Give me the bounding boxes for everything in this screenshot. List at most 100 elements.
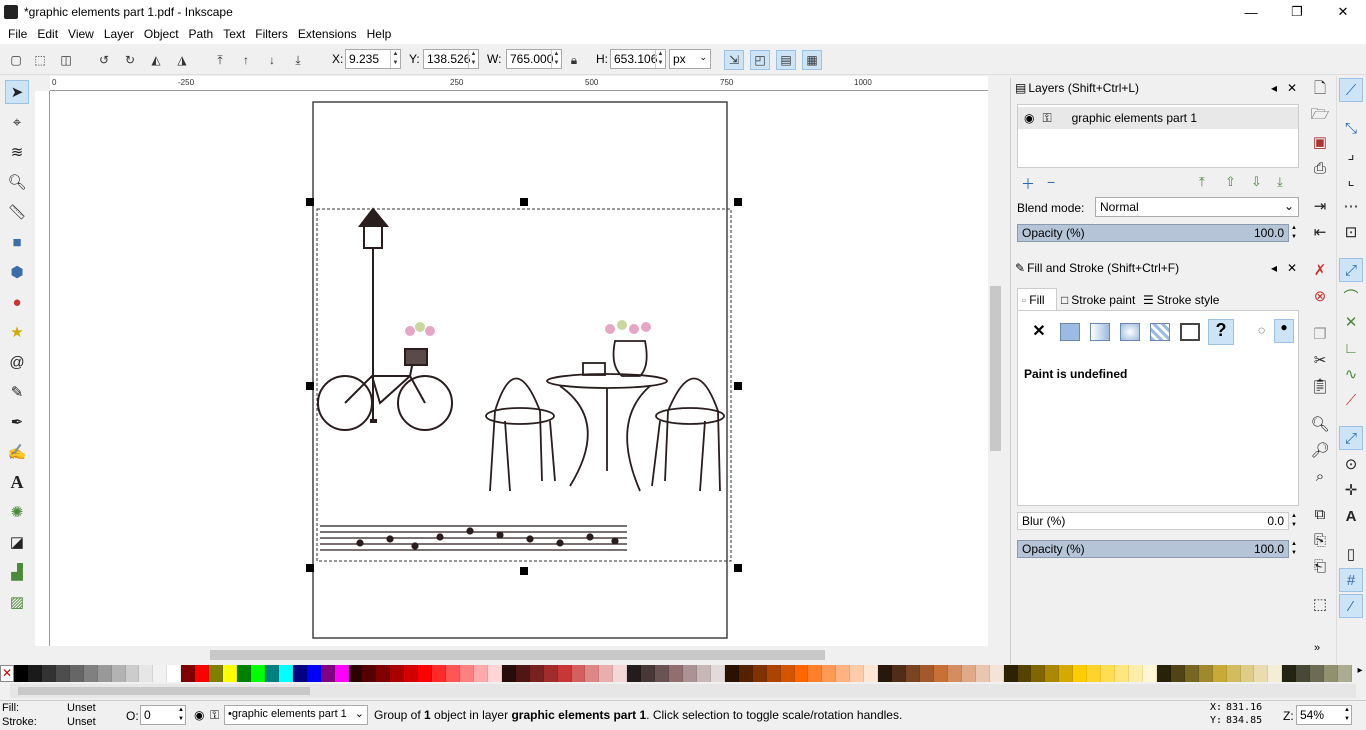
vertical-scrollbar[interactable] <box>988 76 1003 646</box>
palette-swatch[interactable] <box>264 665 279 682</box>
new-document-icon[interactable]: 🗋︎ <box>1308 78 1332 102</box>
unlink-clone-icon[interactable]: ⎗ <box>1308 554 1332 578</box>
palette-swatch[interactable] <box>1101 665 1116 682</box>
measure-tool-icon[interactable]: 📏︎ <box>5 200 29 224</box>
flip-horizontal-icon[interactable]: ◭ <box>146 50 166 70</box>
palette-swatch[interactable] <box>1115 665 1129 682</box>
zoom-page-icon[interactable]: ⌕ <box>1308 464 1332 488</box>
panel-iconify-icon[interactable]: ◂ <box>1271 261 1277 275</box>
palette-swatch[interactable] <box>669 665 683 682</box>
lower-icon[interactable]: ↓ <box>262 50 282 70</box>
palette-swatch[interactable] <box>766 665 781 682</box>
zoom-selection-icon[interactable]: 🔍︎ <box>1308 412 1332 436</box>
paint-bucket-tool-icon[interactable]: ▟ <box>5 560 29 584</box>
no-paint-icon[interactable]: ✕ <box>1028 321 1050 343</box>
eraser-tool-icon[interactable]: ◪ <box>5 530 29 554</box>
duplicate-icon[interactable]: ⧉ <box>1308 502 1332 526</box>
pattern-icon[interactable] <box>1150 323 1170 341</box>
snap-nodes-icon[interactable]: ⤢ <box>1339 258 1363 282</box>
no-color-swatch-icon[interactable]: ✕ <box>0 665 14 682</box>
scale-corners-icon[interactable]: ◰ <box>750 50 770 70</box>
palette-menu-icon[interactable]: ▸ <box>1354 665 1366 682</box>
move-gradients-icon[interactable]: ▤ <box>776 50 796 70</box>
lock-ratio-icon[interactable]: 🔒︎ <box>566 50 582 70</box>
menu-view[interactable]: View <box>63 27 99 41</box>
palette-swatch[interactable] <box>571 665 586 682</box>
save-icon[interactable]: ▣ <box>1308 130 1332 154</box>
palette-swatch[interactable] <box>320 665 335 682</box>
h-input[interactable]: 653.106 ▲ ▼ <box>610 49 666 69</box>
palette-swatch[interactable] <box>1031 665 1046 682</box>
fill-rule-evenodd-icon[interactable]: ◌ <box>1258 323 1265 337</box>
print-icon[interactable]: ⎙ <box>1308 156 1332 180</box>
palette-swatch[interactable] <box>864 665 879 682</box>
minimize-button[interactable]: — <box>1228 0 1274 24</box>
layer-lower-icon[interactable]: ⇩ <box>1251 174 1262 190</box>
palette-swatch[interactable] <box>1338 665 1352 682</box>
menu-path[interactable]: Path <box>184 27 219 41</box>
raise-to-top-icon[interactable]: ⤒ <box>210 50 230 70</box>
object-opacity-spinner-icon[interactable]: ▲ ▼ <box>1289 540 1299 558</box>
palette-swatch[interactable] <box>1017 665 1032 682</box>
panel-close-icon[interactable]: ✕ <box>1287 81 1297 95</box>
x-spinner-icon[interactable]: ▲ ▼ <box>390 50 400 68</box>
gradient-tool-icon[interactable]: ▨ <box>5 590 29 614</box>
palette-swatch[interactable] <box>376 665 391 682</box>
palette-swatch[interactable] <box>1170 665 1185 682</box>
palette-swatch[interactable] <box>1254 665 1269 682</box>
palette-swatch[interactable] <box>1324 665 1339 682</box>
palette-swatch[interactable] <box>1045 665 1060 682</box>
snap-bbox-midpoint-icon[interactable]: ⋯ <box>1339 194 1363 218</box>
snap-others-icon[interactable]: ⤢ <box>1339 426 1363 450</box>
palette-swatch[interactable] <box>334 665 349 682</box>
palette-swatch[interactable] <box>822 665 837 682</box>
palette-swatch[interactable] <box>195 665 210 682</box>
snap-midpoint-icon[interactable]: ⟋ <box>1339 388 1363 412</box>
maximize-button[interactable]: ❐ <box>1274 0 1320 24</box>
palette-scrollbar[interactable] <box>10 684 1356 698</box>
horizontal-scrollbar[interactable] <box>50 646 988 664</box>
redo-icon[interactable]: ⊗ <box>1308 284 1332 308</box>
fill-rule-nonzero-icon[interactable]: ● <box>1274 319 1294 343</box>
text-tool-icon[interactable]: A <box>5 470 29 494</box>
snap-bbox-corner-icon[interactable]: ⌞ <box>1339 168 1363 192</box>
palette-swatch[interactable] <box>1059 665 1074 682</box>
palette-swatch[interactable] <box>1212 665 1227 682</box>
palette-swatch[interactable] <box>1282 665 1297 682</box>
palette-swatch[interactable] <box>153 665 168 682</box>
palette-swatch[interactable] <box>836 665 851 682</box>
palette-swatch[interactable] <box>919 665 934 682</box>
snap-guide-icon[interactable]: ⁄ <box>1339 594 1363 618</box>
menu-object[interactable]: Object <box>139 27 184 41</box>
snap-cusp-icon[interactable]: ∟ <box>1339 336 1363 360</box>
y-spinner-icon[interactable]: ▲ ▼ <box>468 50 478 68</box>
lower-to-bottom-icon[interactable]: ⤓ <box>288 50 308 70</box>
snap-path-icon[interactable]: ⌒ <box>1339 284 1363 308</box>
cut-icon[interactable]: ✂ <box>1308 348 1332 372</box>
rotate-ccw-icon[interactable]: ↺ <box>94 50 114 70</box>
menu-help[interactable]: Help <box>362 27 397 41</box>
layer-opacity-spinner-icon[interactable]: ▲ ▼ <box>1289 224 1299 242</box>
palette-swatch[interactable] <box>947 665 962 682</box>
snap-bbox-icon[interactable]: ⤡ <box>1339 116 1363 140</box>
undo-icon[interactable]: ✗ <box>1308 258 1332 282</box>
menu-text[interactable]: Text <box>218 27 250 41</box>
palette-swatch[interactable] <box>989 665 1004 682</box>
snap-object-center-icon[interactable]: ⊙ <box>1339 452 1363 476</box>
palette-swatch[interactable] <box>209 665 224 682</box>
pencil-tool-icon[interactable]: ✎ <box>5 380 29 404</box>
tweak-tool-icon[interactable]: ≋ <box>5 140 29 164</box>
palette-swatch[interactable] <box>683 665 697 682</box>
panel-close-icon[interactable]: ✕ <box>1287 261 1297 275</box>
h-spinner-icon[interactable]: ▲ ▼ <box>655 50 665 68</box>
palette-swatch[interactable] <box>850 665 865 682</box>
menu-layer[interactable]: Layer <box>99 27 139 41</box>
opacity-input[interactable]: 0 ▲ ▼ <box>140 705 186 725</box>
stroke-indicator-value[interactable]: Unset <box>67 716 96 728</box>
palette-swatch[interactable] <box>250 665 265 682</box>
3d-box-tool-icon[interactable]: ⬢ <box>5 260 29 284</box>
layer-visibility-icon[interactable]: ◉ <box>194 708 204 722</box>
layer-raise-icon[interactable]: ⇧ <box>1225 174 1236 190</box>
scale-stroke-icon[interactable]: ⇲ <box>724 50 744 70</box>
palette-swatch[interactable] <box>1142 665 1157 682</box>
